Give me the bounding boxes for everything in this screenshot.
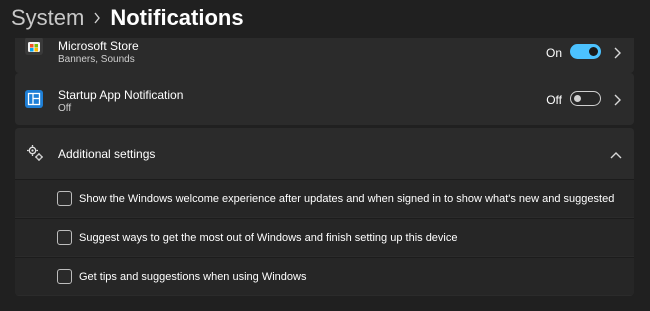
breadcrumb: System Notifications bbox=[11, 2, 244, 34]
gear-icon bbox=[26, 144, 44, 162]
additional-settings-expander: Additional settings Show the Windows wel… bbox=[15, 128, 634, 296]
settings-window: System Notifications Microsoft Store Ban… bbox=[0, 0, 650, 311]
toggle-knob bbox=[574, 95, 581, 102]
app-name: Startup App Notification bbox=[58, 88, 184, 102]
microsoft-store-toggle[interactable] bbox=[570, 44, 601, 59]
toggle-knob bbox=[589, 47, 598, 56]
chevron-right-icon[interactable] bbox=[612, 93, 622, 106]
option-row-welcome-experience[interactable]: Show the Windows welcome experience afte… bbox=[15, 179, 634, 217]
app-row-startup-app-notification[interactable]: Startup App Notification Off Off bbox=[15, 73, 634, 125]
app-subtitle: Off bbox=[58, 103, 72, 114]
microsoft-store-icon bbox=[25, 38, 43, 55]
tips-suggestions-checkbox[interactable] bbox=[57, 269, 72, 284]
option-row-tips-suggestions[interactable]: Get tips and suggestions when using Wind… bbox=[15, 257, 634, 295]
chevron-right-icon[interactable] bbox=[612, 46, 622, 59]
breadcrumb-system-link[interactable]: System bbox=[11, 5, 84, 31]
option-label: Suggest ways to get the most out of Wind… bbox=[79, 231, 458, 244]
toggle-state-label: On bbox=[545, 46, 562, 60]
option-label: Show the Windows welcome experience afte… bbox=[79, 192, 615, 205]
option-label: Get tips and suggestions when using Wind… bbox=[79, 270, 307, 283]
toggle-state-label: Off bbox=[546, 93, 562, 107]
breadcrumb-separator-icon bbox=[84, 12, 110, 24]
additional-settings-title: Additional settings bbox=[58, 147, 156, 161]
settings-content[interactable]: Microsoft Store Banners, Sounds On Start… bbox=[0, 38, 650, 311]
app-row-microsoft-store[interactable]: Microsoft Store Banners, Sounds On bbox=[15, 38, 634, 73]
option-row-suggest-ways[interactable]: Suggest ways to get the most out of Wind… bbox=[15, 218, 634, 256]
startup-app-icon bbox=[25, 90, 43, 108]
app-name: Microsoft Store bbox=[58, 39, 139, 53]
chevron-up-icon[interactable] bbox=[610, 148, 622, 159]
startup-app-toggle[interactable] bbox=[570, 91, 601, 106]
welcome-experience-checkbox[interactable] bbox=[57, 191, 72, 206]
additional-settings-header[interactable]: Additional settings bbox=[15, 128, 634, 179]
page-title: Notifications bbox=[110, 5, 244, 30]
suggest-ways-checkbox[interactable] bbox=[57, 230, 72, 245]
app-subtitle: Banners, Sounds bbox=[58, 54, 135, 65]
